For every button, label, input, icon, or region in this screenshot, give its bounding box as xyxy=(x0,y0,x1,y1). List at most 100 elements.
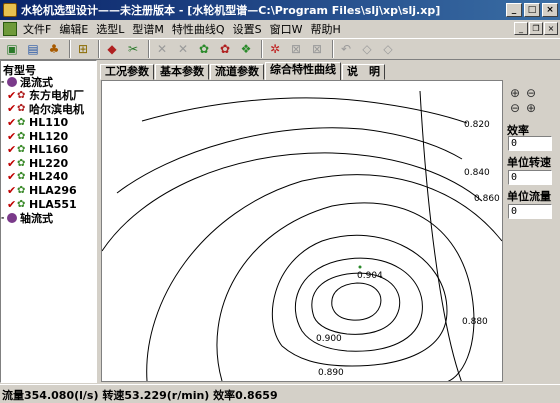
tree-item-label: HLA551 xyxy=(29,197,77,211)
unit-flow-field[interactable]: 0 xyxy=(508,204,552,219)
grid-icon[interactable]: ❖ xyxy=(237,40,255,58)
efficiency-field[interactable]: 0 xyxy=(508,136,552,151)
check-icon: ✔ xyxy=(7,170,17,184)
toolbar-separator xyxy=(148,40,150,58)
close-button[interactable]: × xyxy=(542,3,558,17)
turbine2-icon[interactable]: ✿ xyxy=(216,40,234,58)
zoom-reset-icon[interactable]: ⊖ xyxy=(510,101,526,115)
contour-line xyxy=(271,234,448,367)
turbine-icon: ✿ xyxy=(17,198,26,210)
paste-icon[interactable]: ✕ xyxy=(174,40,192,58)
tree-item-model[interactable]: ✔ ✿ HL220 xyxy=(1,157,96,171)
turbine-icon: ✿ xyxy=(17,144,26,156)
tree-group-axial[interactable]: - 轴流式 xyxy=(1,211,96,225)
check-icon: ✔ xyxy=(7,116,17,130)
toolbar-separator xyxy=(98,40,100,58)
contour-line xyxy=(116,127,463,194)
tree-item-manufacturer[interactable]: ✔ ✿ 哈尔滨电机 xyxy=(1,102,96,116)
contour-label: 0.904 xyxy=(357,271,383,281)
contour-svg[interactable]: 0.820 0.840 0.860 0.880 0.890 0.900 0.90… xyxy=(102,81,503,382)
check-icon: ✔ xyxy=(7,129,17,143)
status-bar: 流量354.080(l/s) 转速53.229(r/min) 效率0.8659 xyxy=(0,384,560,403)
zoom-fit-icon[interactable]: ⊕ xyxy=(526,101,542,115)
right-panel: ⊕ ⊖ ⊖ ⊕ 效率 0 单位转速 0 单位流量 0 xyxy=(505,80,558,382)
redo-icon[interactable]: ◇ xyxy=(358,40,376,58)
save-icon[interactable]: ▤ xyxy=(24,40,42,58)
app-icon xyxy=(3,3,17,17)
check-icon: ✔ xyxy=(7,102,17,116)
tree-item-label: HL220 xyxy=(29,156,69,170)
tree-item-label: 哈尔滨电机 xyxy=(29,102,84,116)
group-icon xyxy=(7,212,17,223)
doc-icon[interactable]: ⊠ xyxy=(308,40,326,58)
tree-item-model[interactable]: ✔ ✿ HL120 xyxy=(1,129,96,143)
zoom-in-icon[interactable]: ⊕ xyxy=(510,86,526,100)
tree-item-model[interactable]: ✔ ✿ HL160 xyxy=(1,143,96,157)
unit-speed-label: 单位转速 xyxy=(507,156,551,169)
contour-line xyxy=(216,202,475,381)
contour-line xyxy=(311,272,401,335)
contour-label: 0.820 xyxy=(464,120,490,130)
menu-bar: 文件F 编辑E 选型L 型谱M 特性曲线Q 设置S 窗口W 帮助H _ ❐ × xyxy=(0,20,560,38)
tree-icon[interactable]: ♣ xyxy=(45,40,63,58)
tab-strip: 工况参数 基本参数 流道参数 综合特性曲线 说 明 xyxy=(100,62,386,80)
zoom-out-icon[interactable]: ⊖ xyxy=(526,86,542,100)
tab-description[interactable]: 说 明 xyxy=(342,64,385,80)
tree-item-model[interactable]: ✔ ✿ HLA296 xyxy=(1,184,96,198)
model-tree: 有型号 - 混流式 ✔ ✿ 东方电机厂 ✔ ✿ 哈尔滨电机 ✔ ✿ HL110 … xyxy=(0,60,97,383)
turbine-icon[interactable]: ✿ xyxy=(195,40,213,58)
tree-item-model[interactable]: ✔ ✿ HL240 xyxy=(1,170,96,184)
document-icon[interactable] xyxy=(3,22,17,36)
mdi-restore-button[interactable]: ❐ xyxy=(529,22,543,35)
tab-operating-params[interactable]: 工况参数 xyxy=(100,64,154,80)
menu-window[interactable]: 窗口W xyxy=(266,21,307,37)
delete-icon[interactable]: ✲ xyxy=(266,40,284,58)
open-icon[interactable]: ▣ xyxy=(3,40,21,58)
menu-edit[interactable]: 编辑E xyxy=(55,21,92,37)
tree-item-model[interactable]: ✔ ✿ HL110 xyxy=(1,116,96,130)
turbine-icon: ✿ xyxy=(17,89,26,101)
close-icon[interactable]: ⊠ xyxy=(287,40,305,58)
tab-basic-params[interactable]: 基本参数 xyxy=(155,64,209,80)
print-icon[interactable]: ⊞ xyxy=(74,40,92,58)
menu-help[interactable]: 帮助H xyxy=(306,21,344,37)
mdi-minimize-button[interactable]: _ xyxy=(514,22,528,35)
cut-icon[interactable]: ✂ xyxy=(124,40,142,58)
menu-select[interactable]: 选型L xyxy=(92,21,128,37)
tree-item-label: HL110 xyxy=(29,116,69,130)
check-icon: ✔ xyxy=(7,88,17,102)
menu-file[interactable]: 文件F xyxy=(19,21,55,37)
minimize-button[interactable]: _ xyxy=(506,3,522,17)
window-title: 水轮机选型设计——未注册版本 - [水轮机型谱—C:\Program Files… xyxy=(21,4,441,17)
mdi-close-button[interactable]: × xyxy=(544,22,558,35)
check-icon: ✔ xyxy=(7,143,17,157)
menu-spectrum[interactable]: 型谱M xyxy=(128,21,168,37)
menu-curves[interactable]: 特性曲线Q xyxy=(168,21,229,37)
check-icon: ✔ xyxy=(7,184,17,198)
tree-item-label: HLA296 xyxy=(29,184,77,198)
zoom-fit-icon[interactable]: ◇ xyxy=(379,40,397,58)
contour-label: 0.860 xyxy=(474,194,500,204)
tree-item-label: HL160 xyxy=(29,143,69,157)
copy-icon[interactable]: ✕ xyxy=(153,40,171,58)
tree-item-label: HL240 xyxy=(29,170,69,184)
check-icon: ✔ xyxy=(7,197,17,211)
characteristic-curve-plot[interactable]: 0.820 0.840 0.860 0.880 0.890 0.900 0.90… xyxy=(101,80,503,382)
contour-label: 0.840 xyxy=(464,168,490,178)
tree-item-label: HL120 xyxy=(29,129,69,143)
toolbar-separator xyxy=(332,40,334,58)
contour-label: 0.880 xyxy=(462,317,488,327)
back-icon[interactable]: ◆ xyxy=(103,40,121,58)
menu-settings[interactable]: 设置S xyxy=(229,21,266,37)
turbine-icon: ✿ xyxy=(17,157,26,169)
toolbar-separator xyxy=(69,40,71,58)
toolbar: ▣ ▤ ♣ ⊞ ◆ ✂ ✕ ✕ ✿ ✿ ❖ ✲ ⊠ ⊠ ↶ ◇ ◇ xyxy=(0,38,560,60)
unit-flow-label: 单位流量 xyxy=(507,190,551,203)
maximize-button[interactable]: □ xyxy=(524,3,540,17)
title-bar: 水轮机选型设计——未注册版本 - [水轮机型谱—C:\Program Files… xyxy=(0,0,560,20)
tab-flow-passage-params[interactable]: 流道参数 xyxy=(210,64,264,80)
undo-icon[interactable]: ↶ xyxy=(337,40,355,58)
tab-characteristic-curves[interactable]: 综合特性曲线 xyxy=(265,62,341,80)
unit-speed-field[interactable]: 0 xyxy=(508,170,552,185)
contour-label: 0.900 xyxy=(316,334,342,344)
